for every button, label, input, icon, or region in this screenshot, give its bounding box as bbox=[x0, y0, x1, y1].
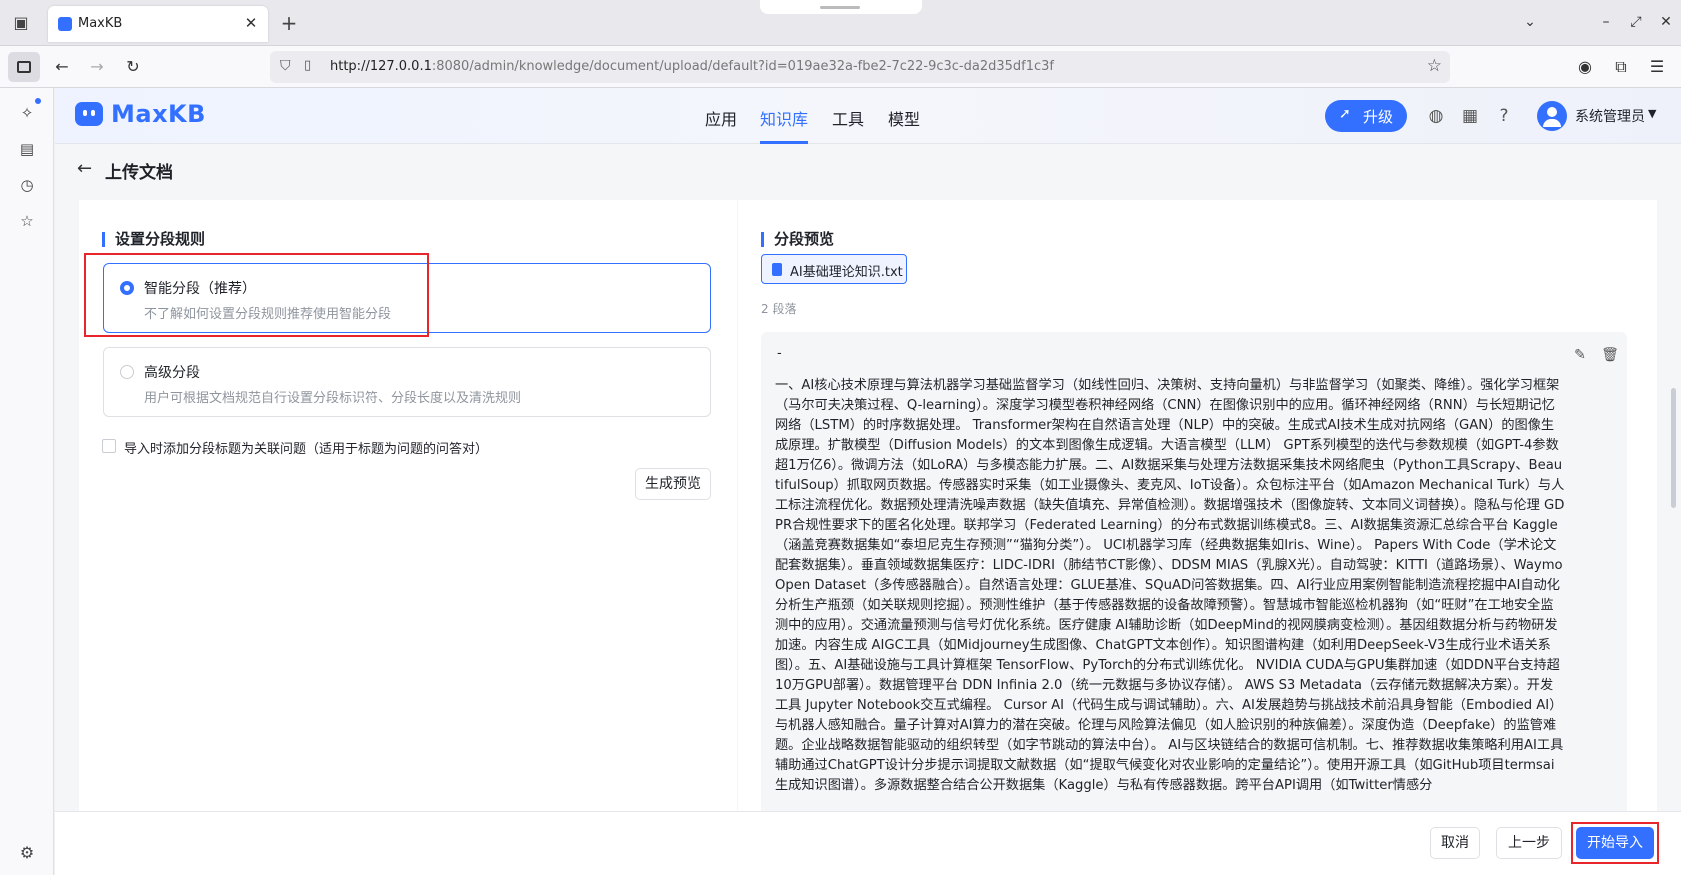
page-icon[interactable]: ▯ bbox=[304, 58, 311, 73]
file-tab[interactable]: AI基础理论知识.txt bbox=[761, 254, 907, 284]
help-icon[interactable]: ? bbox=[1492, 104, 1516, 128]
segment-title: - bbox=[777, 346, 782, 361]
maxkb-app: MaxKB 应用 知识库 工具 模型 ➚ 升级 ◍ ▦ ? 系统管理员 ▼ ← … bbox=[55, 88, 1681, 875]
segment-preview-card: 分段预览 AI基础理论知识.txt 2 段落 - ✎ 🗑 一、AI核心技术原理与… bbox=[738, 200, 1657, 852]
sidebar-toggle-icon[interactable] bbox=[8, 52, 40, 82]
nav-item-apps[interactable]: 应用 bbox=[705, 106, 737, 130]
window-drag-handle[interactable] bbox=[760, 0, 922, 14]
segment-count: 2 段落 bbox=[761, 302, 797, 316]
tab-list-icon[interactable]: ▣ bbox=[10, 12, 32, 34]
maxkb-logo-icon bbox=[75, 102, 103, 126]
maxkb-favicon-icon bbox=[58, 17, 72, 31]
highlight-box bbox=[84, 253, 429, 337]
caret-down-icon[interactable]: ▼ bbox=[1648, 107, 1656, 120]
close-tab-icon[interactable]: ✕ bbox=[242, 14, 260, 32]
section-title-preview: 分段预览 bbox=[761, 232, 834, 247]
cancel-button[interactable]: 取消 bbox=[1430, 827, 1480, 859]
notification-dot bbox=[35, 98, 41, 104]
file-icon bbox=[772, 263, 782, 276]
account-icon[interactable]: ◉ bbox=[1573, 55, 1597, 79]
extensions-icon[interactable]: ⧉ bbox=[1609, 55, 1633, 79]
bookmarks-star-icon[interactable]: ☆ bbox=[16, 210, 38, 232]
upgrade-label: 升级 bbox=[1363, 108, 1394, 126]
option-advanced-segment[interactable]: 高级分段 用户可根据文档规范自行设置分段标识符、分段长度以及清洗规则 bbox=[103, 347, 711, 417]
delete-icon[interactable]: 🗑 bbox=[1601, 346, 1619, 364]
browser-toolbar: ← → ↻ ⛉ ▯ http://127.0.0.1:8080/admin/kn… bbox=[0, 46, 1681, 88]
segment-card: - ✎ 🗑 一、AI核心技术原理与算法机器学习基础监督学习（如线性回归、决策树、… bbox=[761, 332, 1627, 852]
file-name: AI基础理论知识.txt bbox=[790, 265, 903, 280]
highlight-box-import bbox=[1571, 822, 1659, 864]
docs-icon[interactable]: ▦ bbox=[1458, 104, 1482, 128]
app-header: MaxKB 应用 知识库 工具 模型 ➚ 升级 ◍ ▦ ? 系统管理员 ▼ bbox=[55, 88, 1681, 144]
close-window-icon[interactable]: ✕ bbox=[1656, 12, 1676, 32]
section-title-rules: 设置分段规则 bbox=[102, 232, 205, 247]
synced-tabs-icon[interactable]: ▤ bbox=[16, 138, 38, 160]
title-as-question-label: 导入时添加分段标题为关联问题（适用于标题为问题的问答对） bbox=[124, 442, 489, 457]
nav-active-underline bbox=[760, 141, 808, 144]
chevron-down-icon[interactable]: ⌄ bbox=[1520, 12, 1540, 32]
avatar[interactable] bbox=[1537, 101, 1567, 131]
bookmark-star-icon[interactable]: ☆ bbox=[1427, 56, 1442, 76]
segment-content: 一、AI核心技术原理与算法机器学习基础监督学习（如线性回归、决策树、支持向量机）… bbox=[775, 378, 1565, 793]
forward-icon[interactable]: → bbox=[85, 55, 109, 79]
github-icon[interactable]: ◍ bbox=[1424, 104, 1448, 128]
footer-bar: 取消 上一步 开始导入 bbox=[55, 811, 1681, 875]
segment-rules-card: 设置分段规则 智能分段（推荐） 不了解如何设置分段规则推荐使用智能分段 高级分段… bbox=[79, 200, 737, 840]
new-tab-icon[interactable]: + bbox=[278, 12, 300, 34]
generate-preview-button[interactable]: 生成预览 bbox=[635, 468, 711, 500]
back-icon[interactable]: ← bbox=[50, 55, 74, 79]
browser-tab-title: MaxKB bbox=[78, 16, 123, 31]
browser-tab[interactable]: MaxKB ✕ bbox=[48, 6, 268, 42]
nav-item-tools[interactable]: 工具 bbox=[832, 106, 864, 130]
restore-icon[interactable]: ⤢ bbox=[1626, 12, 1646, 32]
title-as-question-checkbox[interactable] bbox=[102, 439, 116, 453]
url-text[interactable]: http://127.0.0.1:8080/admin/knowledge/do… bbox=[330, 59, 1054, 74]
menu-icon[interactable]: ☰ bbox=[1645, 55, 1669, 79]
browser-sidebar: ✧ ▤ ◷ ☆ bbox=[0, 88, 54, 875]
nav-item-knowledge[interactable]: 知识库 bbox=[760, 106, 808, 130]
option-adv-title: 高级分段 bbox=[144, 365, 200, 381]
history-icon[interactable]: ◷ bbox=[16, 174, 38, 196]
gear-icon[interactable]: ⚙ bbox=[16, 842, 38, 864]
option-adv-desc: 用户可根据文档规范自行设置分段标识符、分段长度以及清洗规则 bbox=[144, 391, 522, 406]
reload-icon[interactable]: ↻ bbox=[121, 55, 145, 79]
minimize-icon[interactable]: – bbox=[1596, 12, 1616, 32]
radio-advanced[interactable] bbox=[120, 365, 134, 379]
upgrade-button[interactable]: ➚ 升级 bbox=[1325, 100, 1407, 132]
prev-step-button[interactable]: 上一步 bbox=[1496, 827, 1562, 859]
nav-item-models[interactable]: 模型 bbox=[888, 106, 920, 130]
address-bar[interactable]: ⛉ ▯ http://127.0.0.1:8080/admin/knowledg… bbox=[270, 51, 1450, 83]
browser-tab-strip: ▣ MaxKB ✕ + ⌄ – ⤢ ✕ bbox=[0, 0, 1681, 46]
logo-text[interactable]: MaxKB bbox=[111, 100, 206, 128]
username[interactable]: 系统管理员 bbox=[1575, 106, 1645, 126]
back-arrow-icon[interactable]: ← bbox=[77, 158, 92, 179]
ai-sparkle-icon[interactable]: ✧ bbox=[16, 102, 38, 124]
scrollbar-thumb[interactable] bbox=[1671, 388, 1676, 508]
edit-icon[interactable]: ✎ bbox=[1571, 346, 1589, 364]
page-title: 上传文档 bbox=[105, 163, 173, 183]
rocket-icon: ➚ bbox=[1339, 106, 1351, 122]
shield-icon[interactable]: ⛉ bbox=[280, 58, 291, 74]
